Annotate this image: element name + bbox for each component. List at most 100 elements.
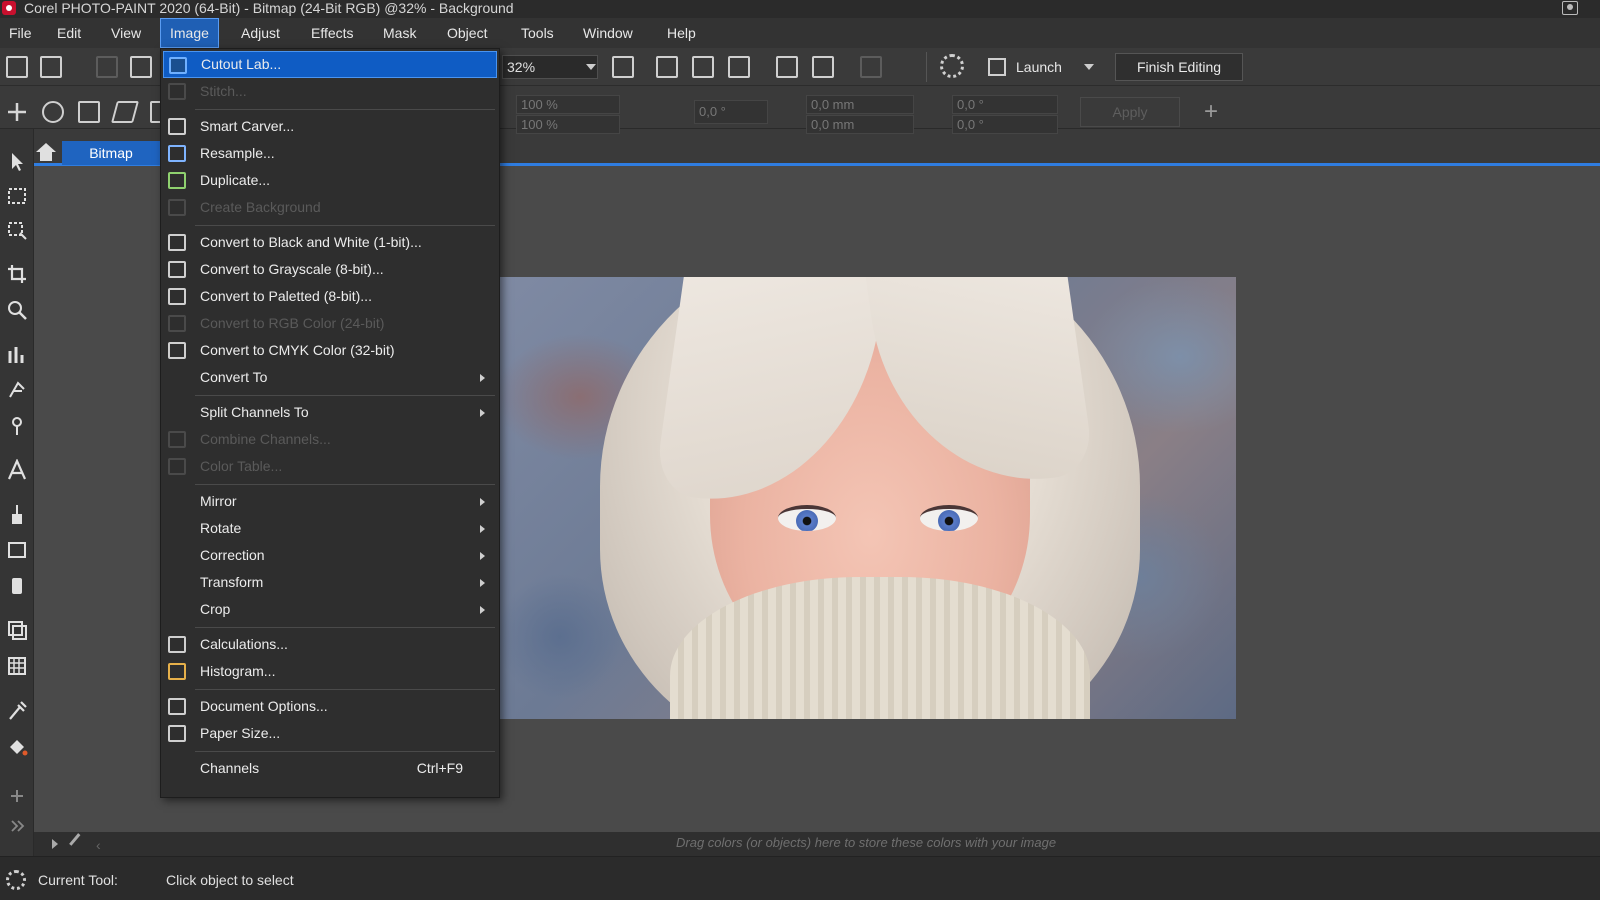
finish-editing-button[interactable]: Finish Editing	[1115, 53, 1243, 81]
menu-object[interactable]: Object	[438, 18, 496, 48]
expand-toolbox-icon[interactable]	[6, 815, 28, 837]
gear-icon[interactable]	[6, 870, 26, 890]
angle-field[interactable]: 0,0 °	[694, 100, 768, 124]
menu-item-cutout-lab[interactable]: Cutout Lab...	[163, 51, 497, 78]
user-account-icon[interactable]	[1562, 1, 1578, 15]
add-tool-icon[interactable]	[6, 785, 28, 807]
zoom-level-combo[interactable]: 32%	[502, 55, 598, 79]
text-tool-icon[interactable]	[6, 458, 28, 481]
menu-image[interactable]: Image	[160, 18, 219, 48]
fill-bucket-icon[interactable]	[6, 735, 28, 757]
mask-transform-icon[interactable]	[6, 219, 28, 241]
object-transparency-icon[interactable]	[6, 619, 28, 641]
touch-up-icon[interactable]	[6, 415, 28, 437]
paper-size-icon	[168, 725, 186, 742]
skew-y-field[interactable]: 0,0 °	[952, 115, 1058, 134]
menu-help[interactable]: Help	[658, 18, 705, 48]
menu-view[interactable]: View	[102, 18, 150, 48]
add-icon[interactable]	[6, 101, 28, 123]
zoom-to-fit-icon[interactable]	[612, 56, 634, 78]
menu-window[interactable]: Window	[574, 18, 642, 48]
menu-item-label: Split Channels To	[200, 404, 309, 420]
position-y-field[interactable]: 0,0 mm	[806, 115, 914, 134]
tab-bitmap[interactable]: Bitmap	[62, 141, 160, 165]
menu-item-convert-cmyk[interactable]: Convert to CMYK Color (32-bit)	[163, 337, 497, 364]
menu-item-channels[interactable]: Channels Ctrl+F9	[163, 755, 497, 782]
align-center-icon[interactable]	[692, 56, 714, 78]
new-document-icon[interactable]	[6, 56, 28, 78]
menu-item-rotate[interactable]: Rotate	[163, 515, 497, 542]
rectangle-tool-icon[interactable]	[6, 539, 28, 561]
eyedropper-icon[interactable]	[6, 699, 28, 721]
menu-item-label: Rotate	[200, 520, 242, 536]
chevron-down-icon[interactable]	[1084, 64, 1094, 70]
scale-x-field[interactable]: 100 %	[516, 95, 620, 114]
menu-file[interactable]: File	[0, 18, 41, 48]
print-icon[interactable]	[130, 56, 152, 78]
menu-effects[interactable]: Effects	[302, 18, 363, 48]
menu-item-crop[interactable]: Crop	[163, 596, 497, 623]
paint-tool-icon[interactable]	[6, 503, 28, 525]
menu-tools[interactable]: Tools	[512, 18, 563, 48]
corel-app-icon[interactable]	[2, 1, 16, 15]
menu-mask[interactable]: Mask	[374, 18, 425, 48]
crop-tool-icon[interactable]	[6, 263, 28, 285]
apply-button[interactable]: Apply	[1080, 97, 1180, 127]
cutout-lab-icon	[169, 57, 187, 74]
open-folder-icon[interactable]	[40, 56, 62, 78]
document-image[interactable]	[500, 277, 1236, 719]
eraser-tool-icon[interactable]	[6, 575, 28, 597]
distribute-icon[interactable]	[728, 56, 750, 78]
scale-y-field[interactable]: 100 %	[516, 115, 620, 134]
menu-item-convert-grayscale[interactable]: Convert to Grayscale (8-bit)...	[163, 256, 497, 283]
gear-icon[interactable]	[940, 54, 964, 78]
pick-tool-icon[interactable]	[6, 151, 28, 173]
eyedropper-tool-icon[interactable]	[6, 343, 28, 365]
menu-item-label: Convert to Grayscale (8-bit)...	[200, 261, 384, 277]
menu-item-label: Smart Carver...	[200, 118, 295, 134]
skew-x-field[interactable]: 0,0 °	[952, 95, 1058, 114]
launch-button[interactable]: Launch	[986, 54, 1096, 80]
chevron-right-icon	[480, 606, 485, 614]
add-icon[interactable]: +	[1204, 100, 1218, 124]
align-left-icon[interactable]	[656, 56, 678, 78]
clone-tool-icon[interactable]	[6, 379, 28, 401]
menu-item-mirror[interactable]: Mirror	[163, 488, 497, 515]
menu-item-correction[interactable]: Correction	[163, 542, 497, 569]
menu-item-document-options[interactable]: Document Options...	[163, 693, 497, 720]
menu-adjust[interactable]: Adjust	[232, 18, 289, 48]
zoom-tool-icon[interactable]	[6, 299, 28, 321]
menu-item-label: Histogram...	[200, 663, 276, 679]
menu-separator	[195, 751, 495, 752]
rotate-icon[interactable]	[42, 101, 64, 123]
position-x-field[interactable]: 0,0 mm	[806, 95, 914, 114]
menu-item-calculations[interactable]: Calculations...	[163, 631, 497, 658]
color-tray-hint: Drag colors (or objects) here to store t…	[676, 835, 1057, 850]
menu-item-split-channels[interactable]: Split Channels To	[163, 399, 497, 426]
menu-item-convert-paletted[interactable]: Convert to Paletted (8-bit)...	[163, 283, 497, 310]
chevron-down-icon[interactable]	[586, 64, 596, 70]
crop-frame-icon[interactable]	[812, 56, 834, 78]
scale-icon[interactable]	[78, 101, 100, 123]
menu-item-smart-carver[interactable]: Smart Carver...	[163, 113, 497, 140]
menu-separator	[195, 109, 495, 110]
menu-item-transform[interactable]: Transform	[163, 569, 497, 596]
page-frame-icon[interactable]	[776, 56, 798, 78]
rectangle-mask-icon[interactable]	[6, 185, 28, 207]
home-icon[interactable]	[36, 143, 56, 161]
fill-pattern-icon[interactable]	[6, 655, 28, 677]
toolbar-separator	[926, 52, 927, 82]
save-icon[interactable]	[96, 56, 118, 78]
menu-item-paper-size[interactable]: Paper Size...	[163, 720, 497, 747]
menu-edit[interactable]: Edit	[48, 18, 90, 48]
menu-item-convert-bw[interactable]: Convert to Black and White (1-bit)...	[163, 229, 497, 256]
menu-item-duplicate[interactable]: Duplicate...	[163, 167, 497, 194]
menu-item-convert-to[interactable]: Convert To	[163, 364, 497, 391]
play-arrow-icon[interactable]	[52, 839, 58, 849]
current-tool-label: Current Tool:	[38, 872, 118, 888]
calculations-icon	[168, 636, 186, 653]
chevron-left-icon[interactable]: ‹	[96, 837, 101, 853]
undo-icon[interactable]	[860, 56, 882, 78]
menu-item-resample[interactable]: Resample...	[163, 140, 497, 167]
menu-item-histogram[interactable]: Histogram...	[163, 658, 497, 685]
